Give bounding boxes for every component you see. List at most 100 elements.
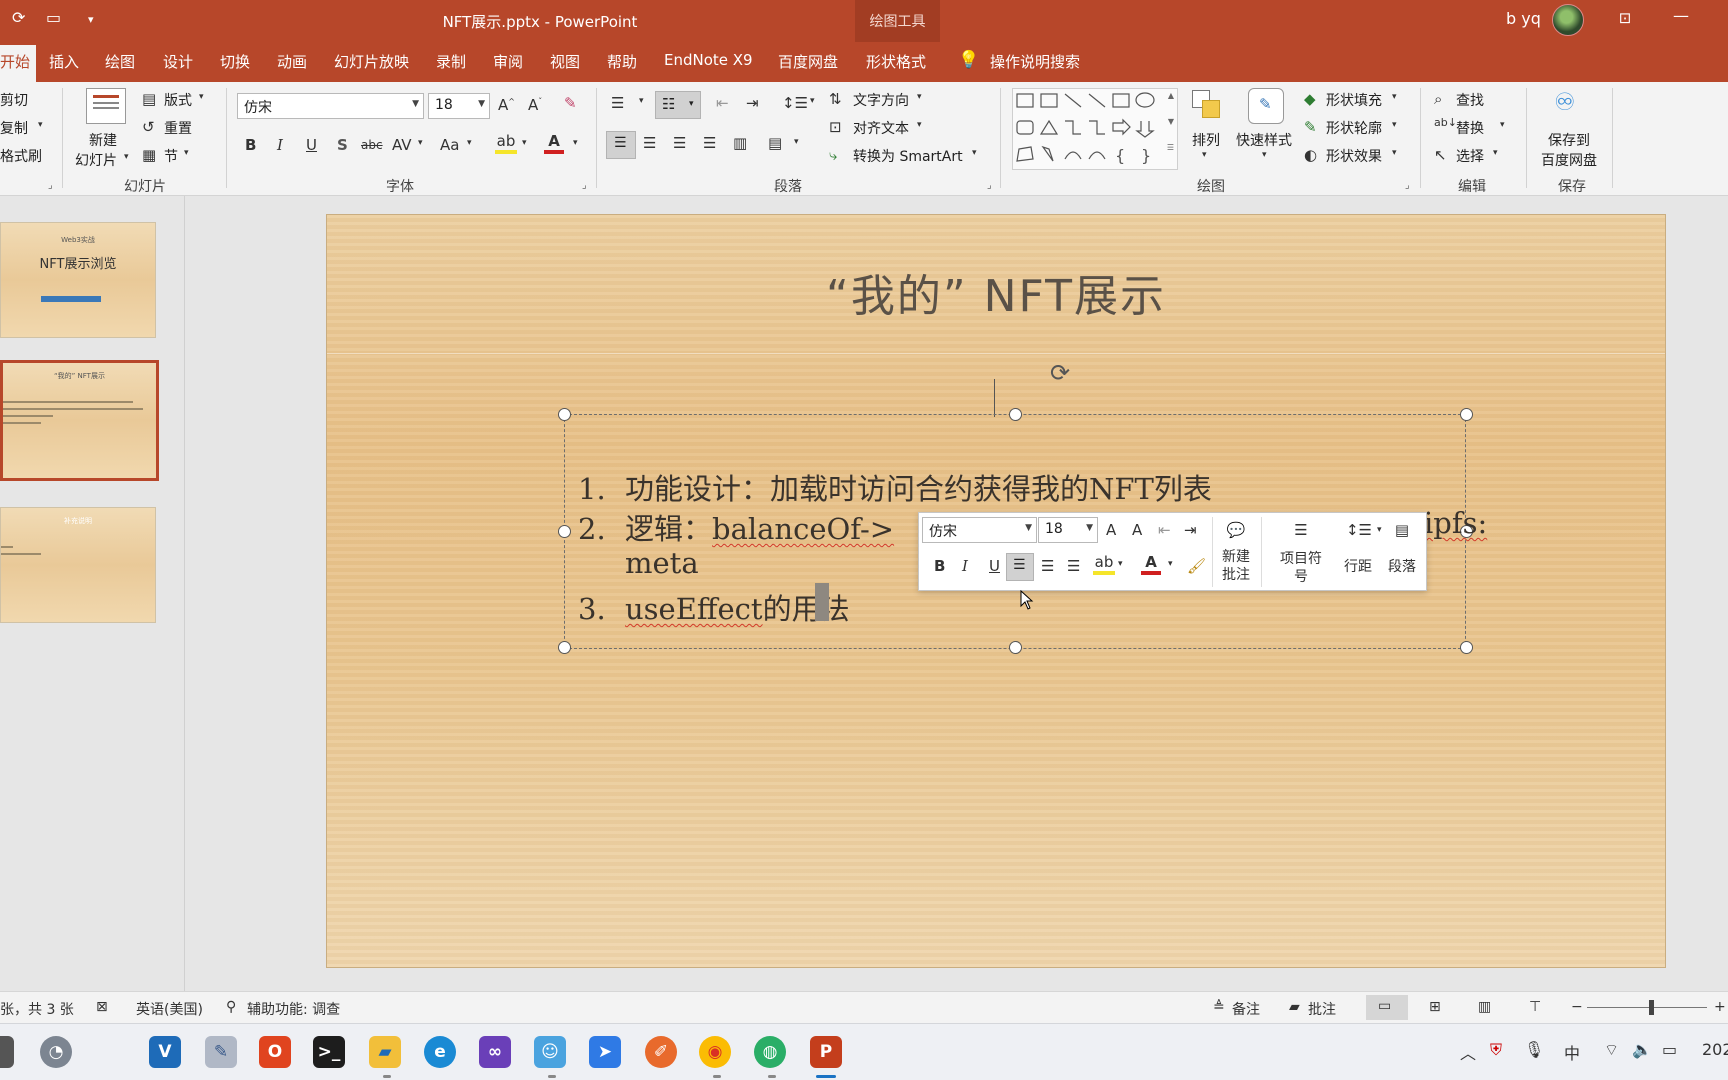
live-app-icon[interactable]: ☺: [534, 1036, 566, 1068]
language-indicator[interactable]: 英语(美国): [136, 999, 203, 1019]
notes-button[interactable]: 备注: [1232, 999, 1260, 1019]
resize-handle-n[interactable]: [1009, 408, 1022, 421]
chevron-down-icon[interactable]: ▾: [124, 152, 129, 162]
office-icon[interactable]: O: [259, 1036, 291, 1068]
battery-icon[interactable]: ▭: [1662, 1040, 1677, 1059]
feishu-icon[interactable]: ➤: [589, 1036, 621, 1068]
volume-icon[interactable]: 🔈: [1632, 1040, 1652, 1059]
cursor-select-icon[interactable]: ↖: [1434, 146, 1447, 164]
normal-view-button[interactable]: ▭: [1366, 995, 1408, 1020]
arrange-button[interactable]: 排列: [1192, 130, 1220, 150]
bullets-label-2[interactable]: 号: [1276, 569, 1326, 586]
decrease-indent-icon[interactable]: ⇤: [716, 94, 729, 112]
slideshow-icon[interactable]: ⊤: [1529, 999, 1541, 1015]
powerpoint-icon[interactable]: P: [810, 1036, 842, 1068]
tab-help[interactable]: 帮助: [607, 51, 637, 72]
file-explorer-icon[interactable]: ▰: [369, 1036, 401, 1068]
bullets-icon[interactable]: ☰: [1286, 521, 1316, 539]
chevron-down-icon[interactable]: ▾: [1202, 150, 1207, 160]
paint-bucket-icon[interactable]: ◆: [1304, 90, 1316, 108]
wifi-icon[interactable]: ⌔: [1604, 1040, 1619, 1060]
baidu-netdisk-icon[interactable]: ♾: [1554, 88, 1576, 116]
slide-thumbnail-1[interactable]: Web3实战 NFT展示浏览: [0, 222, 156, 338]
copy-button[interactable]: 复制: [0, 118, 28, 138]
new-slide-icon[interactable]: [86, 88, 126, 124]
grow-font-icon[interactable]: A^: [498, 96, 515, 114]
chevron-down-icon[interactable]: ▾: [418, 138, 423, 148]
increase-indent-icon[interactable]: ⇥: [1184, 521, 1197, 539]
increase-indent-icon[interactable]: ⇥: [746, 94, 759, 112]
slide-title[interactable]: “我的” NFT展示: [327, 260, 1665, 324]
resize-handle-nw[interactable]: [558, 408, 571, 421]
new-comment-label[interactable]: 新建: [1218, 549, 1254, 566]
tab-transitions[interactable]: 切换: [220, 51, 250, 72]
tab-insert[interactable]: 插入: [49, 51, 79, 72]
resize-handle-ne[interactable]: [1460, 408, 1473, 421]
tab-view[interactable]: 视图: [550, 51, 580, 72]
dialog-launcher-icon[interactable]: ⌟: [582, 180, 587, 191]
select-button[interactable]: 选择: [1456, 146, 1484, 166]
slide-thumbnail-2[interactable]: “我的” NFT展示: [0, 360, 159, 481]
list-item[interactable]: 2. 逻辑：balanceOf->: [578, 506, 894, 548]
tab-draw[interactable]: 绘图: [105, 51, 135, 72]
save-baidu-label[interactable]: 保存到: [1548, 130, 1590, 150]
chevron-down-icon[interactable]: ▾: [1262, 150, 1267, 160]
chevron-down-icon[interactable]: ▾: [972, 148, 977, 158]
slide-thumbnail-3[interactable]: 补充说明: [0, 507, 156, 623]
text-shadow-icon[interactable]: S: [337, 136, 348, 154]
resize-handle-sw[interactable]: [558, 641, 571, 654]
layout-icon[interactable]: ▤: [142, 90, 156, 108]
dialog-launcher-icon[interactable]: ⌟: [987, 180, 992, 191]
clear-formatting-icon[interactable]: ✎: [564, 94, 577, 112]
chevron-down-icon[interactable]: ▾: [199, 92, 204, 102]
list-item-tail[interactable]: ipfs:: [1424, 506, 1487, 540]
app-icon-generic[interactable]: ◔: [40, 1036, 72, 1068]
dialog-launcher-icon[interactable]: ⌟: [48, 180, 53, 191]
chevron-down-icon[interactable]: ▾: [573, 138, 578, 148]
notepad-icon[interactable]: ✎: [205, 1036, 237, 1068]
shapes-gallery[interactable]: {} ▲ ▼ ☰: [1012, 88, 1178, 170]
grow-font-icon[interactable]: A: [1106, 521, 1116, 539]
font-color-icon[interactable]: A: [544, 132, 564, 154]
spelling-check-icon[interactable]: ⊠: [96, 999, 108, 1015]
terminal-icon[interactable]: >_: [313, 1036, 345, 1068]
zoom-out-icon[interactable]: −: [1571, 999, 1583, 1015]
section-button[interactable]: 节: [164, 146, 178, 166]
quick-styles-icon[interactable]: ✎: [1248, 88, 1284, 124]
underline-icon[interactable]: U: [989, 557, 1000, 575]
chevron-down-icon[interactable]: ▾: [1493, 148, 1498, 158]
rotate-handle-icon[interactable]: ⟳: [1046, 359, 1074, 387]
highlight-icon[interactable]: ab: [1093, 553, 1115, 575]
bold-icon[interactable]: B: [934, 557, 945, 575]
paragraph-icon[interactable]: ▤: [1387, 521, 1417, 539]
shape-outline-button[interactable]: 形状轮廓: [1326, 118, 1382, 138]
justify-icon[interactable]: ☰: [703, 134, 716, 152]
columns-icon[interactable]: ▤: [768, 134, 782, 152]
line-spacing-icon[interactable]: ↕☰: [1344, 521, 1374, 539]
chevron-down-icon[interactable]: ▾: [1500, 120, 1505, 130]
new-comment-label-2[interactable]: 批注: [1218, 567, 1254, 584]
ribbon-display-icon[interactable]: ⊡: [1614, 9, 1636, 27]
resize-handle-w[interactable]: [558, 525, 571, 538]
gallery-down-icon[interactable]: ▼: [1168, 117, 1174, 126]
convert-smartart-button[interactable]: 转换为 SmartArt: [853, 146, 963, 166]
section-icon[interactable]: ▦: [142, 146, 156, 164]
list-item[interactable]: 1. 功能设计：加载时访问合约获得我的NFT列表: [578, 466, 1212, 508]
reset-button[interactable]: 重置: [164, 118, 192, 138]
visual-studio-icon[interactable]: ∞: [479, 1036, 511, 1068]
chevron-down-icon[interactable]: ▾: [467, 138, 472, 148]
smartart-icon[interactable]: ⤷: [829, 146, 837, 164]
new-comment-icon[interactable]: 💬: [1221, 521, 1251, 539]
underline-icon[interactable]: U: [306, 136, 317, 154]
zoom-slider-track[interactable]: [1587, 1007, 1707, 1008]
resize-handle-s[interactable]: [1009, 641, 1022, 654]
change-case-icon[interactable]: Aa: [440, 136, 459, 154]
tab-endnote[interactable]: EndNote X9: [664, 51, 753, 69]
arrange-icon[interactable]: [1190, 88, 1224, 122]
quick-styles-button[interactable]: 快速样式: [1236, 130, 1292, 150]
find-icon[interactable]: ⌕: [1434, 90, 1442, 108]
user-name[interactable]: b yq: [1506, 9, 1541, 28]
tab-animations[interactable]: 动画: [277, 51, 307, 72]
tell-me-search[interactable]: 操作说明搜索: [990, 51, 1080, 72]
align-center-icon[interactable]: ☰: [643, 134, 656, 152]
